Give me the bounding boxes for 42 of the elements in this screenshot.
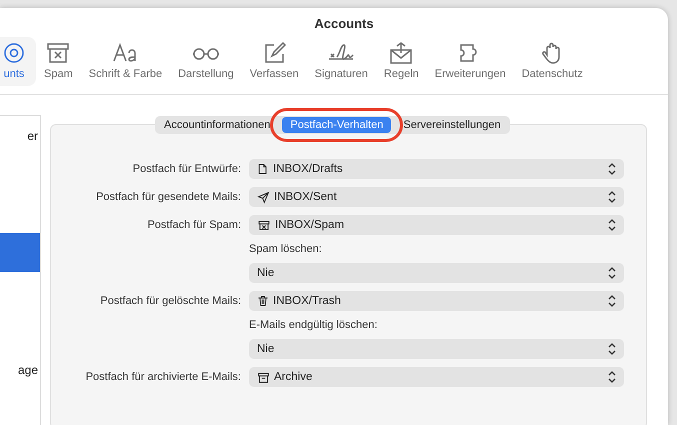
- toolbar-tab[interactable]: unts: [0, 37, 36, 86]
- paper-plane-icon: [257, 190, 270, 204]
- segment-tab[interactable]: Servereinstellungen: [395, 117, 509, 133]
- popup-menu[interactable]: Nie: [249, 263, 624, 283]
- account-list-item[interactable]: age: [0, 350, 40, 389]
- field-label: Postfach für gesendete Mails:: [95, 191, 241, 203]
- window-title: Accounts: [313, 15, 375, 31]
- popup-menu[interactable]: Archive: [249, 367, 624, 387]
- toolbar-tab[interactable]: Datenschutz: [514, 37, 591, 86]
- popup-menu[interactable]: INBOX/Trash: [249, 291, 624, 311]
- document-icon: [257, 162, 269, 176]
- up-down-chevron-icon: [608, 343, 616, 355]
- up-down-chevron-icon: [608, 267, 616, 279]
- up-down-chevron-icon: [608, 219, 616, 231]
- field-caption: E-Mails endgültig löschen:: [249, 319, 378, 331]
- segment-tab[interactable]: Postfach-Verhalten: [282, 117, 392, 133]
- field-caption: Spam löschen:: [249, 243, 323, 255]
- toolbar-tab[interactable]: Erweiterungen: [426, 37, 514, 86]
- toolbar-tab[interactable]: Regeln: [376, 37, 427, 86]
- field-label: Postfach für Spam:: [146, 219, 241, 231]
- up-down-chevron-icon: [608, 163, 616, 175]
- archive-box-icon: [257, 370, 270, 384]
- up-down-chevron-icon: [608, 371, 616, 383]
- popup-menu[interactable]: Nie: [249, 339, 624, 359]
- account-list-item[interactable]: er: [0, 116, 40, 155]
- toolbar-tab[interactable]: Spam: [36, 37, 81, 86]
- up-down-chevron-icon: [608, 191, 616, 203]
- account-list-item[interactable]: [0, 233, 40, 272]
- toolbar-tab[interactable]: Darstellung: [170, 37, 242, 86]
- field-label: Postfach für archivierte E-Mails:: [84, 371, 241, 383]
- toolbar-tab[interactable]: Schrift & Farbe: [80, 37, 170, 86]
- trash-icon: [257, 294, 269, 308]
- field-label: Postfach für Entwürfe:: [132, 163, 241, 175]
- toolbar-tab[interactable]: Signaturen: [306, 37, 376, 86]
- toolbar-tab[interactable]: Verfassen: [242, 37, 307, 86]
- popup-menu[interactable]: INBOX/Drafts: [249, 159, 624, 179]
- up-down-chevron-icon: [608, 295, 616, 307]
- segment-tab[interactable]: Accountinformationen: [156, 117, 278, 133]
- junk-bin-icon: [257, 218, 271, 232]
- field-label: Postfach für gelöschte Mails:: [99, 295, 241, 307]
- popup-menu[interactable]: INBOX/Spam: [249, 215, 624, 235]
- popup-menu[interactable]: INBOX/Sent: [249, 187, 624, 207]
